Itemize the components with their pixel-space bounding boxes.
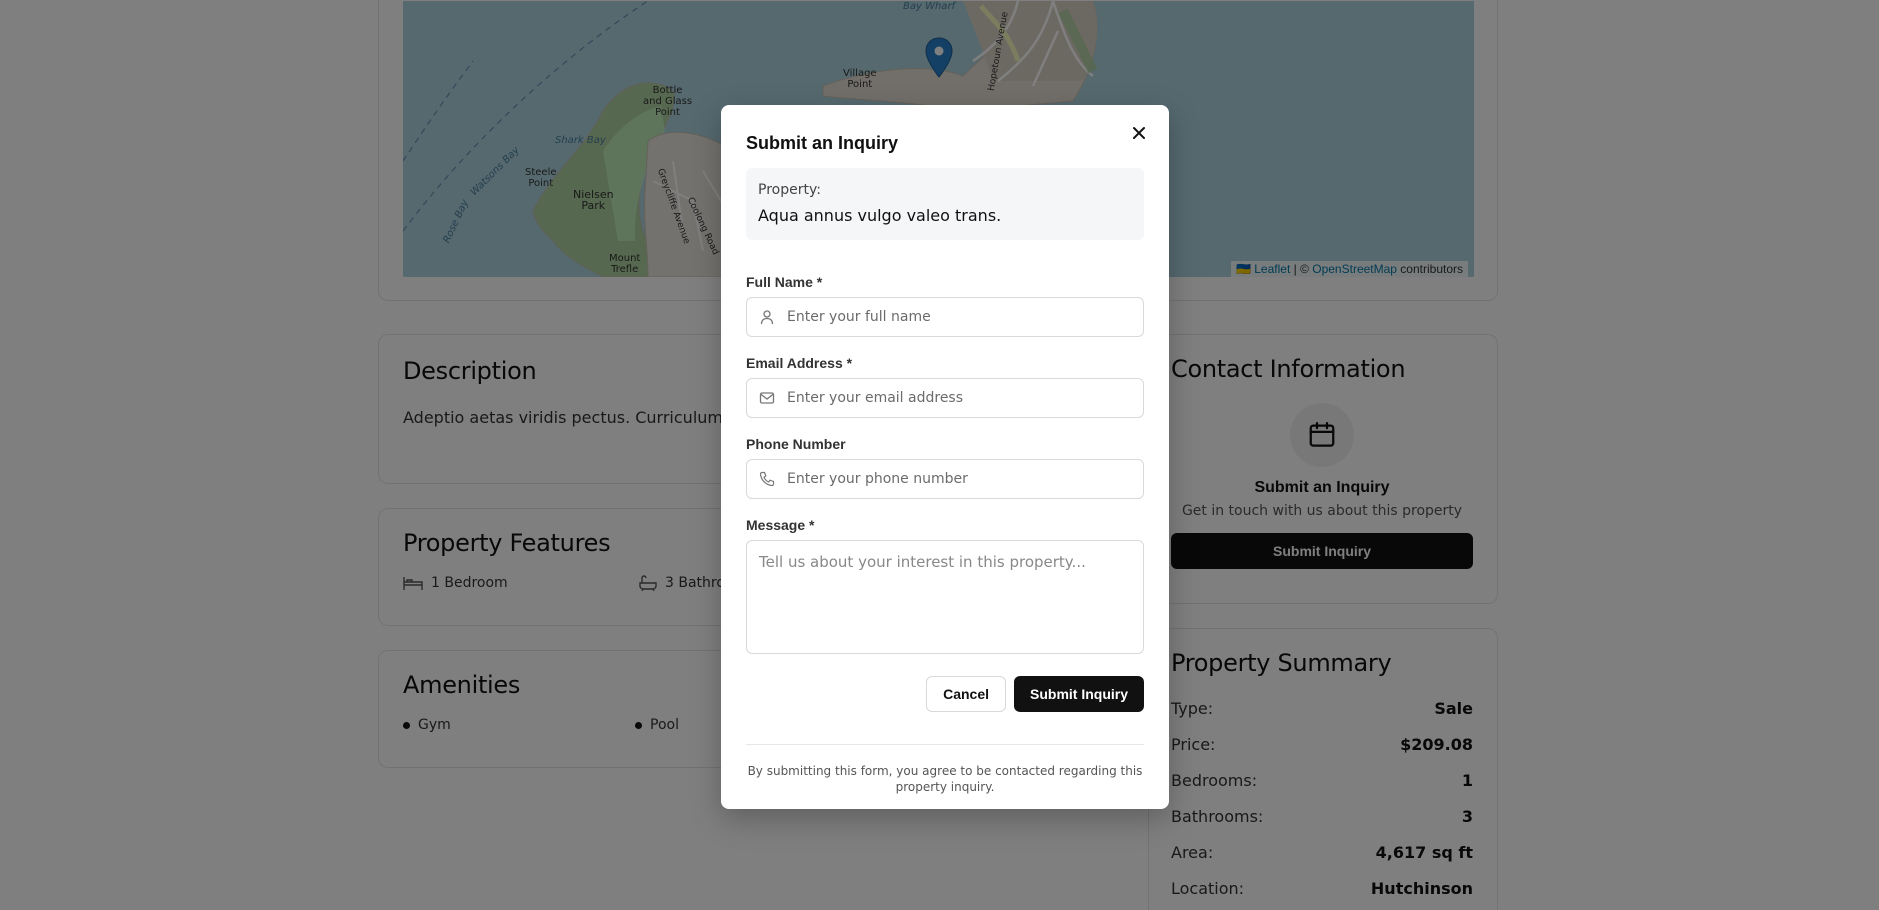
message-label: Message *	[746, 517, 815, 533]
modal-title: Submit an Inquiry	[746, 133, 899, 153]
message-textarea[interactable]	[746, 540, 1144, 654]
phone-input[interactable]	[747, 460, 1143, 498]
inquiry-modal: Submit an Inquiry Property: Aqua annus v…	[721, 105, 1169, 809]
phone-label: Phone Number	[746, 436, 846, 452]
email-input[interactable]	[747, 379, 1143, 417]
property-label: Property:	[758, 182, 821, 198]
email-field-wrapper	[746, 378, 1144, 418]
phone-field-wrapper	[746, 459, 1144, 499]
property-info-box: Property: Aqua annus vulgo valeo trans.	[746, 168, 1144, 240]
full-name-input[interactable]	[747, 298, 1143, 336]
user-icon	[760, 310, 774, 325]
modal-divider	[746, 744, 1144, 745]
full-name-field-wrapper	[746, 297, 1144, 337]
cancel-button[interactable]: Cancel	[926, 676, 1006, 712]
submit-inquiry-button[interactable]: Submit Inquiry	[1014, 676, 1144, 712]
email-label: Email Address *	[746, 355, 853, 371]
full-name-label: Full Name *	[746, 274, 823, 290]
close-modal-button[interactable]	[1127, 121, 1151, 145]
disclaimer-text: By submitting this form, you agree to be…	[747, 764, 1143, 794]
close-icon	[1133, 127, 1145, 139]
phone-icon	[759, 471, 775, 487]
mail-icon	[759, 392, 775, 404]
property-name: Aqua annus vulgo valeo trans.	[758, 206, 1002, 225]
